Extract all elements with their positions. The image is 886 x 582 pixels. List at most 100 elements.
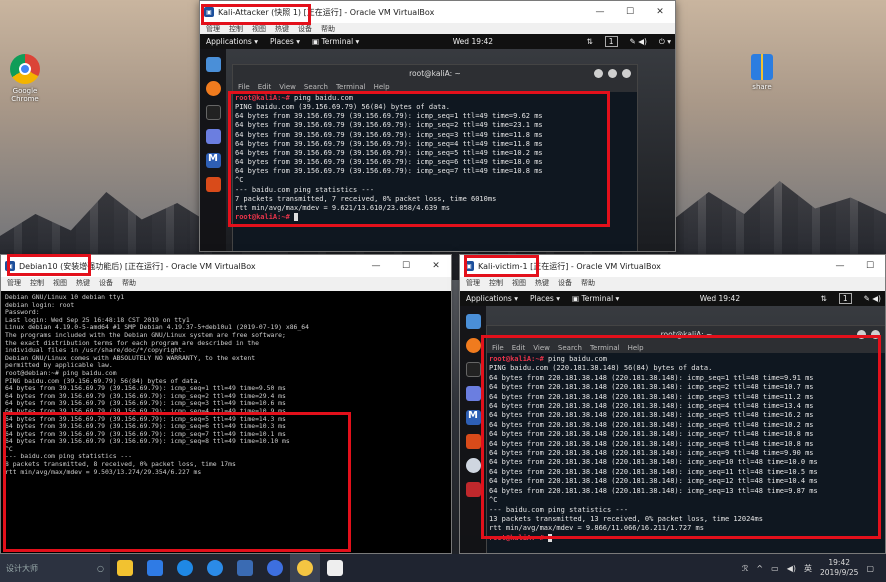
minimize-button[interactable]: — [585, 7, 615, 17]
terminal-maximize-button[interactable] [608, 69, 617, 78]
taskbar-app-3[interactable] [170, 554, 200, 582]
metasploit-dock-icon[interactable]: M [205, 153, 221, 168]
desktop-icon-chrome[interactable]: Google Chrome [0, 54, 50, 103]
terminal-minimize-button[interactable] [594, 69, 603, 78]
debian-tty-console[interactable]: Debian GNU/Linux 10 debian tty1 debian l… [1, 291, 451, 553]
places-menu[interactable]: Places ▾ [270, 37, 300, 46]
places-menu[interactable]: Places ▾ [530, 294, 560, 303]
maximize-button[interactable]: ☐ [615, 7, 645, 17]
workspace-indicator[interactable]: 1 [838, 293, 852, 304]
menu-item[interactable]: 管理 [466, 278, 480, 288]
terminal-menu-item[interactable]: Search [558, 344, 582, 352]
terminal-menu-item[interactable]: Terminal [336, 83, 366, 91]
terminal-titlebar[interactable]: root@kaliA: ~ [487, 326, 885, 343]
menu-item[interactable]: 控制 [489, 278, 503, 288]
maximize-button[interactable]: ☐ [391, 261, 421, 271]
taskbar-virtualbox[interactable] [230, 554, 260, 582]
terminal-menu-item[interactable]: Help [628, 344, 644, 352]
taskbar-search-box[interactable]: 设计大师 ○ [0, 554, 110, 582]
power-icon[interactable]: ⏻ ▾ [659, 37, 671, 47]
volume-icon[interactable]: ◀) [787, 564, 796, 573]
menu-item[interactable]: 管理 [7, 278, 21, 288]
menu-item[interactable]: 设备 [558, 278, 572, 288]
debian-vm-window[interactable]: ▣ Debian10 (安装增强功能后) [正在运行] - Oracle VM … [0, 254, 452, 554]
taskbar-clock[interactable]: 19:42 2019/9/25 [820, 558, 858, 578]
minimize-button[interactable]: — [825, 261, 855, 271]
terminal-menu-item[interactable]: File [492, 344, 504, 352]
victim-titlebar[interactable]: ▣ Kali-victim-1 [正在运行] - Oracle VM Virtu… [460, 255, 885, 277]
menu-item[interactable]: 设备 [298, 24, 312, 34]
menu-item[interactable]: 帮助 [321, 24, 335, 34]
terminal-menu-item[interactable]: Help [374, 83, 390, 91]
tools-icon[interactable]: ✎ ◀) [630, 37, 647, 46]
menu-item[interactable]: 视图 [53, 278, 67, 288]
terminal-titlebar[interactable]: root@kaliA: ~ [233, 65, 637, 82]
terminal-menu-item[interactable]: Terminal [590, 344, 620, 352]
armitage-dock-icon[interactable] [205, 177, 221, 192]
applications-menu[interactable]: Applications ▾ [206, 37, 258, 46]
menu-item[interactable]: 帮助 [122, 278, 136, 288]
taskbar-browser[interactable] [260, 554, 290, 582]
workspace-indicator[interactable]: 1 [604, 36, 618, 47]
desktop-icon-share[interactable]: share [737, 54, 787, 91]
terminal-menu-item[interactable]: View [279, 83, 296, 91]
metasploit-dock-icon[interactable]: M [465, 410, 481, 425]
menu-item[interactable]: 控制 [30, 278, 44, 288]
network-icon[interactable]: ⇅ [586, 37, 592, 46]
ime-indicator[interactable]: 英 [804, 563, 812, 574]
applications-menu[interactable]: Applications ▾ [466, 294, 518, 303]
menu-item[interactable]: 视图 [252, 24, 266, 34]
terminal-dock-icon[interactable] [465, 362, 481, 377]
terminal-menu-item[interactable]: View [533, 344, 550, 352]
menu-item[interactable]: 帮助 [581, 278, 595, 288]
maximize-button[interactable]: ☐ [855, 261, 885, 271]
files-dock-icon[interactable] [465, 314, 481, 329]
victim-vm-window[interactable]: ▣ Kali-victim-1 [正在运行] - Oracle VM Virtu… [459, 254, 886, 554]
network-icon[interactable]: ⇅ [821, 294, 827, 303]
people-icon[interactable]: ℛ [742, 564, 748, 573]
eye-dock-icon[interactable] [465, 458, 481, 473]
taskbar-file-explorer[interactable] [110, 554, 140, 582]
gnome-clock[interactable]: Wed 19:42 [631, 294, 808, 303]
terminal-app-menu[interactable]: ▣ Terminal ▾ [312, 37, 359, 46]
armitage-dock-icon[interactable] [465, 434, 481, 449]
debian-titlebar[interactable]: ▣ Debian10 (安装增强功能后) [正在运行] - Oracle VM … [1, 255, 451, 277]
tray-chevron-icon[interactable]: ^ [756, 564, 763, 573]
attacker-titlebar[interactable]: ▣ Kali-Attacker (快照 1) [正在运行] - Oracle V… [200, 1, 675, 23]
files-dock-icon[interactable] [205, 57, 221, 72]
menu-item[interactable]: 热键 [76, 278, 90, 288]
taskbar-qq[interactable] [290, 554, 320, 582]
network-tray-icon[interactable]: ▭ [771, 564, 779, 573]
terminal-menu-item[interactable]: Edit [258, 83, 272, 91]
taskbar-notepad[interactable] [320, 554, 350, 582]
close-button[interactable]: ✕ [645, 7, 675, 17]
menu-item[interactable]: 热键 [275, 24, 289, 34]
notes-dock-icon[interactable] [205, 129, 221, 144]
app-dock-icon[interactable] [465, 482, 481, 497]
menu-item[interactable]: 控制 [229, 24, 243, 34]
attacker-vm-window[interactable]: ▣ Kali-Attacker (快照 1) [正在运行] - Oracle V… [199, 0, 676, 252]
victim-terminal-window[interactable]: root@kaliA: ~ File Edit View Search Term… [486, 325, 885, 553]
taskbar-edge[interactable] [200, 554, 230, 582]
burpsuite-dock-icon[interactable] [465, 338, 481, 353]
gnome-clock[interactable]: Wed 19:42 [371, 37, 574, 46]
terminal-output[interactable]: root@kaliA:~# ping baidu.com PING baidu.… [233, 92, 637, 224]
notification-icon[interactable]: ▢ [866, 564, 874, 573]
tools-icon[interactable]: ✎ ◀) [864, 294, 881, 303]
menu-item[interactable]: 设备 [99, 278, 113, 288]
terminal-menu-item[interactable]: Search [304, 83, 328, 91]
menu-item[interactable]: 管理 [206, 24, 220, 34]
taskbar-store[interactable] [140, 554, 170, 582]
menu-item[interactable]: 热键 [535, 278, 549, 288]
terminal-close-button[interactable] [622, 69, 631, 78]
burpsuite-dock-icon[interactable] [205, 81, 221, 96]
terminal-minimize-button[interactable] [857, 330, 866, 339]
terminal-dock-icon[interactable] [205, 105, 221, 120]
terminal-output[interactable]: root@kaliA:~# ping baidu.com PING baidu.… [487, 353, 885, 545]
notes-dock-icon[interactable] [465, 386, 481, 401]
terminal-menu-item[interactable]: Edit [512, 344, 526, 352]
terminal-menu-item[interactable]: File [238, 83, 250, 91]
minimize-button[interactable]: — [361, 261, 391, 271]
menu-item[interactable]: 视图 [512, 278, 526, 288]
attacker-terminal-window[interactable]: root@kaliA: ~ File Edit View Search Term… [232, 64, 638, 251]
